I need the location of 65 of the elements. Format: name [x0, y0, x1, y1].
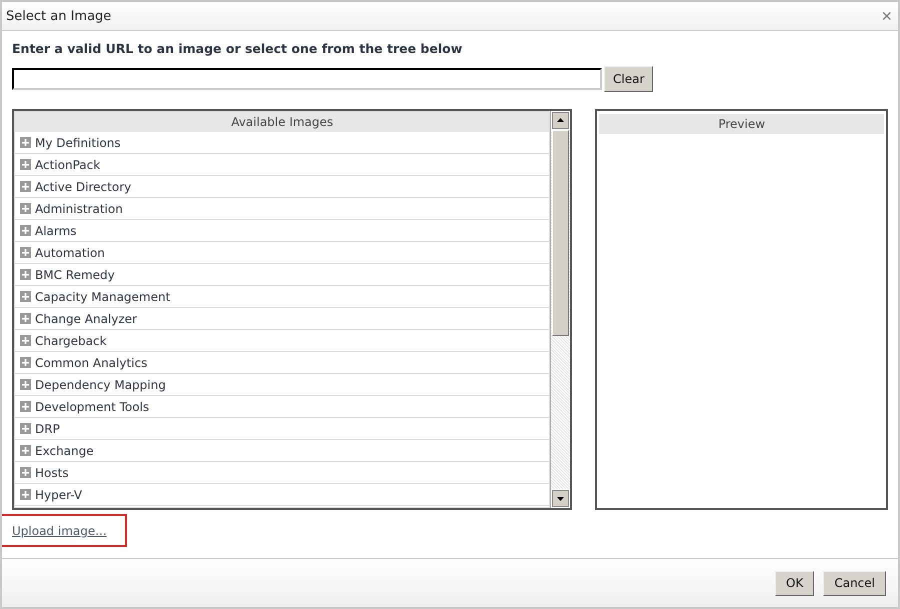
scrollbar[interactable]: [550, 111, 570, 508]
tree-item[interactable]: DRP: [15, 418, 550, 440]
expand-icon[interactable]: [20, 269, 31, 280]
tree-item-label: Development Tools: [35, 400, 150, 414]
cancel-button[interactable]: Cancel: [823, 570, 886, 596]
preview-header: Preview: [599, 114, 884, 134]
scroll-down-icon: [552, 490, 570, 507]
tree-item-label: Dependency Mapping: [35, 378, 166, 392]
tree-item[interactable]: Hosts: [15, 462, 550, 484]
tree-item[interactable]: ActionPack: [15, 154, 550, 176]
tree-item[interactable]: Capacity Management: [15, 286, 550, 308]
instruction-text: Enter a valid URL to an image or select one from the tree below: [12, 41, 464, 57]
expand-icon[interactable]: [20, 335, 31, 346]
expand-icon[interactable]: [20, 181, 31, 192]
expand-icon[interactable]: [20, 379, 31, 390]
tree-item-label: Change Analyzer: [35, 312, 137, 326]
scroll-up-icon: [552, 112, 570, 129]
tree-item-label: Hyper-V: [35, 488, 82, 502]
tree-item[interactable]: Common Analytics: [15, 352, 550, 374]
tree-item[interactable]: Change Analyzer: [15, 308, 550, 330]
expand-icon[interactable]: [20, 423, 31, 434]
tree-item-label: Common Analytics: [35, 356, 148, 370]
scroll-thumb[interactable]: [552, 130, 570, 336]
tree-item[interactable]: Exchange: [15, 440, 550, 462]
expand-icon[interactable]: [20, 137, 31, 148]
expand-icon[interactable]: [20, 247, 31, 258]
expand-icon[interactable]: [20, 467, 31, 478]
tree-item-label: Administration: [35, 202, 123, 216]
expand-icon[interactable]: [20, 313, 31, 324]
tree-item-label: My Definitions: [35, 136, 121, 150]
tree-item[interactable]: Active Directory: [15, 176, 550, 198]
expand-icon[interactable]: [20, 357, 31, 368]
clear-button[interactable]: Clear: [604, 66, 654, 92]
tree-item[interactable]: My Definitions: [15, 132, 550, 154]
ok-button[interactable]: OK: [775, 570, 814, 596]
tree-item[interactable]: BMC Remedy: [15, 264, 550, 286]
tree-item-label: Alarms: [35, 224, 77, 238]
tree-item-label: Chargeback: [35, 334, 107, 348]
tree-item[interactable]: Dependency Mapping: [15, 374, 550, 396]
tree-item-label: Hosts: [35, 466, 69, 480]
expand-icon[interactable]: [20, 401, 31, 412]
tree-item[interactable]: Chargeback: [15, 330, 550, 352]
expand-icon[interactable]: [20, 203, 31, 214]
expand-icon[interactable]: [20, 445, 31, 456]
tree-item-label: ActionPack: [35, 158, 100, 172]
upload-link[interactable]: Upload image...: [12, 524, 107, 538]
tree-item[interactable]: Alarms: [15, 220, 550, 242]
tree-item-label: Active Directory: [35, 180, 132, 194]
window-title: Select an Image: [6, 8, 112, 24]
close-button[interactable]: ×: [879, 7, 894, 25]
tree-item-label: BMC Remedy: [35, 268, 115, 282]
tree-item[interactable]: Development Tools: [15, 396, 550, 418]
tree-item-label: DRP: [35, 422, 60, 436]
expand-icon[interactable]: [20, 225, 31, 236]
tree-item-label: Exchange: [35, 444, 94, 458]
expand-icon[interactable]: [20, 159, 31, 170]
tree-item[interactable]: Hyper-V: [15, 484, 550, 506]
tree-item[interactable]: Automation: [15, 242, 550, 264]
column-header: Available Images: [15, 112, 550, 132]
tree-item-label: Capacity Management: [35, 290, 170, 304]
tree-item-label: Automation: [35, 246, 105, 260]
url-field[interactable]: [12, 68, 602, 90]
expand-icon[interactable]: [20, 291, 31, 302]
expand-icon[interactable]: [20, 489, 31, 500]
tree-item[interactable]: Administration: [15, 198, 550, 220]
